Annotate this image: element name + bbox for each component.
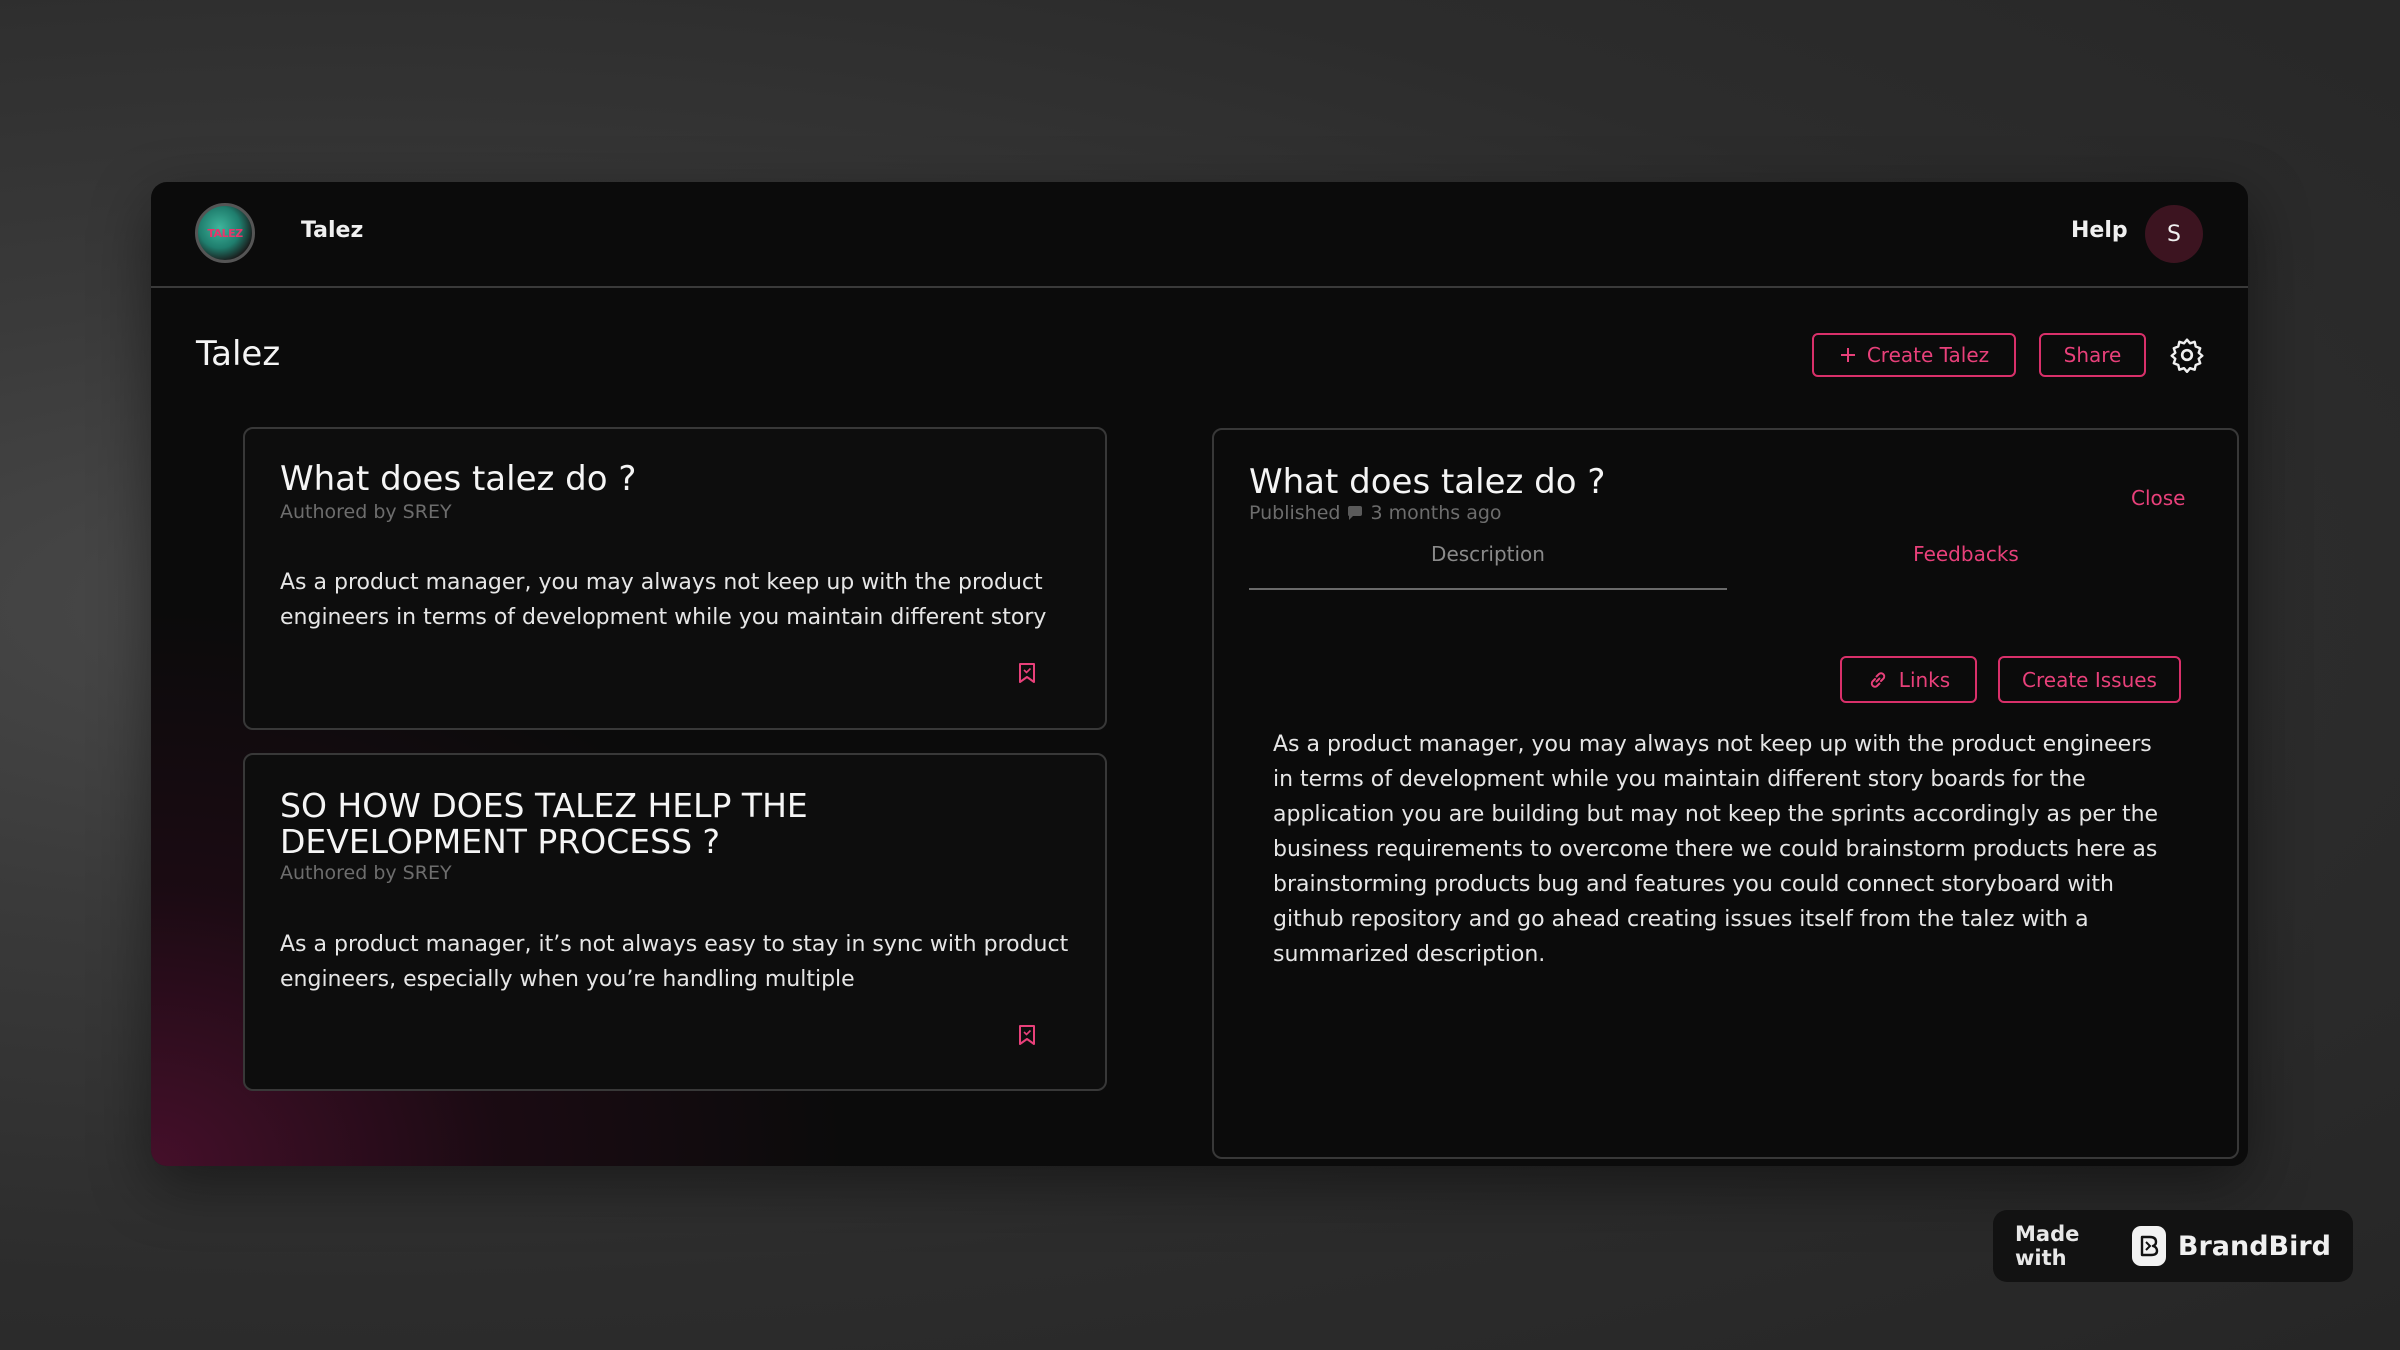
chat-icon xyxy=(1348,506,1363,520)
app-window: TALEZ Talez Help S Talez Create Talez Sh… xyxy=(151,182,2248,1166)
links-label: Links xyxy=(1898,667,1951,692)
detail-title: What does talez do ? xyxy=(1249,462,1606,502)
made-with-label: Made with xyxy=(2015,1222,2080,1270)
card-excerpt: As a product manager, it’s not always ea… xyxy=(280,932,1069,992)
card-author: Authored by SREY xyxy=(280,501,452,523)
made-with-badge[interactable]: Made with BrandBird xyxy=(1993,1210,2353,1282)
link-icon xyxy=(1870,671,1885,688)
card-title: SO HOW DOES TALEZ HELP THE DEVELOPMENT P… xyxy=(280,786,808,861)
links-button[interactable]: Links xyxy=(1840,656,1977,703)
create-issues-button[interactable]: Create Issues xyxy=(1998,656,2181,703)
gear-icon[interactable] xyxy=(2169,337,2205,373)
published-meta: Published 3 months ago xyxy=(1249,502,1502,524)
talez-card[interactable]: What does talez do ? Authored by SREY As… xyxy=(243,427,1107,730)
tab-description[interactable]: Description xyxy=(1249,542,1727,590)
plus-icon xyxy=(1840,348,1855,362)
card-author: Authored by SREY xyxy=(280,862,452,884)
user-avatar[interactable]: S xyxy=(2145,205,2203,263)
share-label: Share xyxy=(2063,343,2122,367)
top-nav-bar: TALEZ Talez Help S xyxy=(151,182,2248,288)
talez-card[interactable]: SO HOW DOES TALEZ HELP THE DEVELOPMENT P… xyxy=(243,753,1107,1091)
brandbird-logo-icon xyxy=(2131,1226,2166,1266)
detail-panel: What does talez do ? Published 3 months … xyxy=(1212,428,2239,1159)
page-title: Talez xyxy=(196,334,281,374)
published-label: Published xyxy=(1249,502,1341,524)
share-button[interactable]: Share xyxy=(2039,333,2146,377)
card-excerpt: As a product manager, you may always not… xyxy=(280,570,1047,630)
create-talez-label: Create Talez xyxy=(1866,343,1990,367)
app-logo[interactable]: TALEZ xyxy=(195,203,255,263)
card-title: What does talez do ? xyxy=(280,459,637,499)
brandbird-label: BrandBird xyxy=(2177,1230,2331,1262)
published-time: 3 months ago xyxy=(1370,502,1502,524)
bookmark-icon[interactable] xyxy=(1017,662,1037,684)
close-button[interactable]: Close xyxy=(2131,486,2185,510)
app-name[interactable]: Talez xyxy=(301,218,363,243)
help-link[interactable]: Help xyxy=(2071,218,2128,243)
detail-description: As a product manager, you may always not… xyxy=(1273,732,2159,967)
tab-feedbacks[interactable]: Feedbacks xyxy=(1727,542,2205,588)
create-talez-button[interactable]: Create Talez xyxy=(1812,333,2016,377)
bookmark-icon[interactable] xyxy=(1017,1024,1037,1046)
logo-text: TALEZ xyxy=(207,227,243,240)
create-issues-label: Create Issues xyxy=(2022,667,2157,692)
